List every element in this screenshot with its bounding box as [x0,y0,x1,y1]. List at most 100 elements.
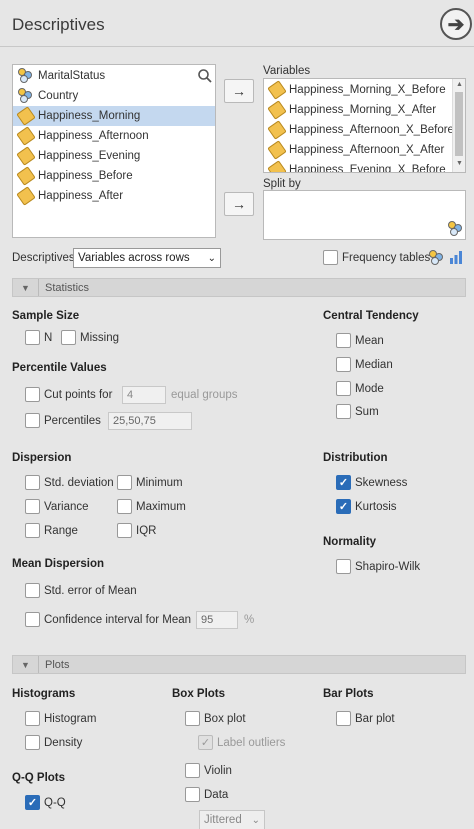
scroll-thumb[interactable] [455,92,463,156]
percentiles-checkbox[interactable] [25,413,40,428]
data-checkbox[interactable] [185,787,200,802]
box-plot-label: Box plot [204,713,246,725]
chevron-down-icon[interactable]: ▼ [13,656,39,673]
list-item-happiness-before[interactable]: Happiness_Before [13,166,215,186]
list-item-label: Happiness_Morning_X_After [289,104,437,116]
sd-checkbox[interactable] [25,475,40,490]
label-outliers-checkbox[interactable]: ✓ [198,735,213,750]
cut-points-input[interactable]: 4 [122,386,166,404]
kurtosis-checkbox[interactable]: ✓ [336,499,351,514]
list-item-maritalstatus[interactable]: MaritalStatus [13,66,193,86]
cut-points-value: 4 [127,389,134,401]
kurtosis-label: Kurtosis [355,501,397,513]
section-title: Statistics [45,281,90,294]
percentiles-input[interactable]: 25,50,75 [108,412,192,430]
se-mean-label: Std. error of Mean [44,585,137,597]
minimum-label: Minimum [136,477,183,489]
shapiro-wilk-label: Shapiro-Wilk [355,561,421,573]
sum-checkbox[interactable] [336,404,351,419]
iqr-checkbox[interactable] [117,523,132,538]
frequency-tables-checkbox[interactable] [323,250,338,265]
mode-checkbox[interactable] [336,381,351,396]
n-checkbox[interactable] [25,330,40,345]
skewness-label: Skewness [355,477,408,489]
mean-checkbox[interactable] [336,333,351,348]
frequency-tables-label: Frequency tables [342,252,431,264]
list-item-happiness-after[interactable]: Happiness_After [13,186,215,206]
jitter-select-value: Jittered [204,814,242,826]
minimum-checkbox[interactable] [117,475,132,490]
list-item[interactable]: Happiness_Afternoon_X_After [264,140,444,160]
ci-percent-label: % [244,614,255,626]
plots-section-header[interactable]: ▼ Plots [12,655,466,674]
list-item-label: Happiness_After [38,190,124,202]
list-item-label: Happiness_Evening_X_Before [289,164,446,173]
label-outliers-label: Label outliers [217,737,286,749]
ci-mean-label: Confidence interval for Mean [44,614,192,626]
cut-points-label: Cut points for [44,389,113,401]
continuous-variable-icon [16,126,36,146]
run-arrow-icon[interactable]: ➔ [440,8,472,40]
list-item-country[interactable]: Country [13,86,193,106]
list-item[interactable]: Happiness_Evening_X_Before [264,160,446,173]
qq-checkbox[interactable]: ✓ [25,795,40,810]
mean-dispersion-heading: Mean Dispersion [12,558,105,570]
list-item-happiness-afternoon[interactable]: Happiness_Afternoon [13,126,215,146]
variance-checkbox[interactable] [25,499,40,514]
layout-select[interactable]: Variables across rows ⌄ [73,248,221,268]
list-item-label: Happiness_Before [38,170,133,182]
shapiro-wilk-checkbox[interactable] [336,559,351,574]
list-item[interactable]: Happiness_Morning_X_Before [264,80,446,100]
normality-heading: Normality [323,536,377,548]
continuous-variable-icon [267,160,287,172]
cut-points-checkbox[interactable] [25,387,40,402]
continuous-variable-icon [267,80,287,100]
se-mean-checkbox[interactable] [25,583,40,598]
scroll-down-icon[interactable]: ▼ [456,160,463,167]
chevron-down-icon[interactable]: ▼ [13,279,39,296]
percentiles-label: Percentiles [44,415,101,427]
list-item-happiness-evening[interactable]: Happiness_Evening [13,146,215,166]
list-item[interactable]: Happiness_Afternoon_X_Before [264,120,454,140]
skewness-checkbox[interactable]: ✓ [336,475,351,490]
maximum-checkbox[interactable] [117,499,132,514]
list-item-happiness-morning[interactable]: Happiness_Morning [13,106,215,126]
distribution-heading: Distribution [323,452,388,464]
variables-target-list[interactable]: Happiness_Morning_X_Before Happiness_Mor… [263,78,466,173]
bar-plot-checkbox[interactable] [336,711,351,726]
move-to-splitby-button[interactable]: → [224,192,254,216]
violin-label: Violin [204,765,232,777]
histogram-checkbox[interactable] [25,711,40,726]
scrollbar[interactable]: ▲ ▼ [452,79,465,172]
median-checkbox[interactable] [336,357,351,372]
list-item-label: Country [38,90,79,102]
ci-input[interactable]: 95 [196,611,238,629]
list-item-label: Happiness_Morning_X_Before [289,84,446,96]
list-item[interactable]: Happiness_Morning_X_After [264,100,436,120]
jitter-select[interactable]: Jittered ⌄ [199,810,265,829]
source-variable-list[interactable]: MaritalStatus Country Happiness_Morning … [12,64,216,238]
list-item-label: Happiness_Afternoon_X_After [289,144,445,156]
variance-label: Variance [44,501,89,513]
density-checkbox[interactable] [25,735,40,750]
histogram-label: Histogram [44,713,97,725]
ci-mean-checkbox[interactable] [25,612,40,627]
statistics-section-header[interactable]: ▼ Statistics [12,278,466,297]
search-icon[interactable] [197,68,213,84]
move-to-variables-button[interactable]: → [224,79,254,103]
continuous-variable-icon [267,140,287,160]
title-divider [0,46,474,47]
section-title: Plots [45,658,70,671]
sum-label: Sum [355,406,379,418]
violin-checkbox[interactable] [185,763,200,778]
nominal-variable-icon [18,88,34,104]
continuous-variable-icon [16,106,36,126]
splitby-target-list[interactable] [263,190,466,240]
range-checkbox[interactable] [25,523,40,538]
qq-plots-heading: Q-Q Plots [12,772,66,784]
missing-checkbox[interactable] [61,330,76,345]
list-item-label: MaritalStatus [38,70,106,82]
box-plot-checkbox[interactable] [185,711,200,726]
scroll-up-icon[interactable]: ▲ [456,81,463,88]
range-label: Range [44,525,78,537]
